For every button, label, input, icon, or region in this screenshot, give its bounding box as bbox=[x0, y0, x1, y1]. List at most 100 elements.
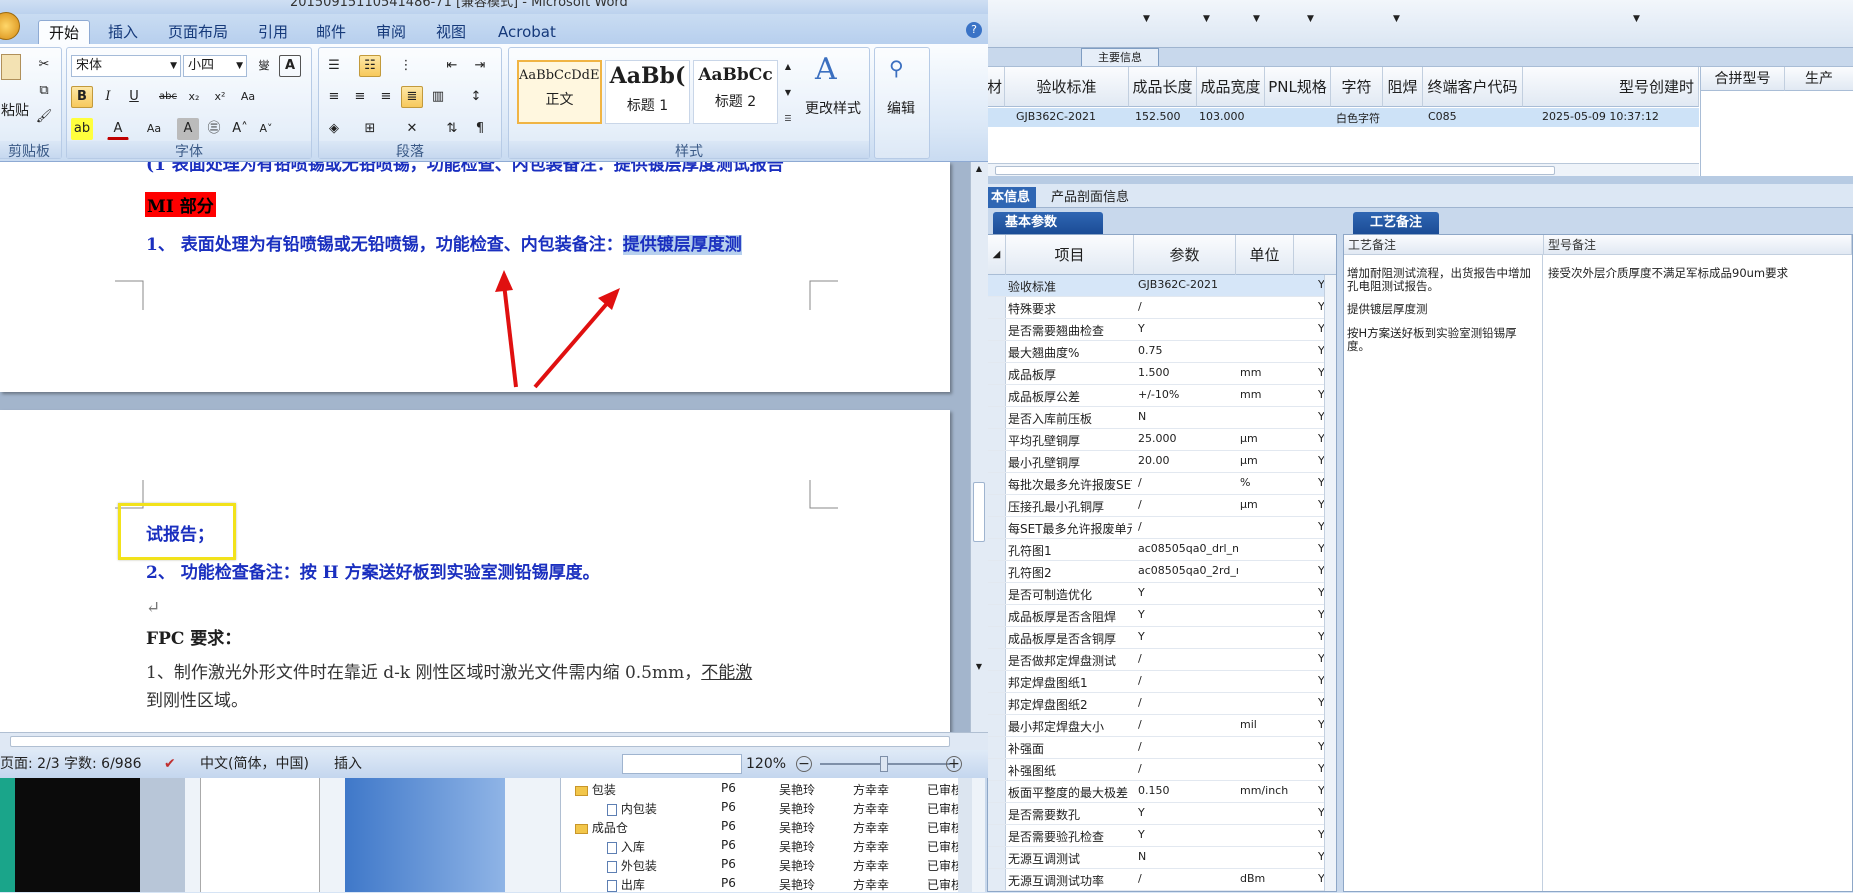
style-heading2[interactable]: AaBbCc 标题 2 bbox=[693, 60, 778, 124]
param-row[interactable]: 每SET最多允许报废单元 / Y bbox=[988, 517, 1325, 539]
process-note[interactable]: 提供镀层厚度测 bbox=[1347, 303, 1533, 316]
clear-format-icon[interactable]: Aa bbox=[237, 86, 259, 108]
tree-node[interactable]: 出库 bbox=[607, 876, 645, 893]
param-row[interactable]: 是否需要翘曲检查 Y Y bbox=[988, 319, 1325, 341]
enclose-char-icon[interactable]: ㊂ bbox=[203, 118, 225, 140]
grid-header[interactable]: 字符 bbox=[1331, 67, 1383, 107]
doc-line[interactable]: 1、 表面处理为有铅喷锡或无铅喷锡，功能检查、内包装备注：提供镀层厚度测 bbox=[146, 230, 742, 255]
font-color-icon[interactable]: A bbox=[107, 118, 129, 140]
param-row[interactable]: 每批次最多允许报废SET /% Y bbox=[988, 473, 1325, 495]
document-vertical-scrollbar[interactable]: ▲ ▼ bbox=[970, 162, 988, 732]
param-row[interactable]: 孔符图2ac08505qa0_2rd_m...Y bbox=[988, 561, 1325, 583]
tab-insert[interactable]: 插入 bbox=[98, 20, 148, 44]
doc-line[interactable]: 试报告； bbox=[146, 520, 214, 545]
param-row[interactable]: 无源互调测试 N Y bbox=[988, 847, 1325, 869]
param-row[interactable]: 无源互调测试功率 / dBm Y bbox=[988, 869, 1325, 891]
chevron-down-icon[interactable]: ▼ bbox=[1307, 14, 1314, 24]
param-row[interactable]: 补强面 / Y bbox=[988, 737, 1325, 759]
align-right-icon[interactable]: ≡ bbox=[375, 86, 397, 108]
chevron-down-icon[interactable]: ▼ bbox=[1393, 14, 1400, 24]
tree-row[interactable]: 成品仓 P6 吴艳玲 方幸幸 已审核 bbox=[561, 817, 963, 836]
param-row[interactable]: 最大翘曲度% 0.75 Y bbox=[988, 341, 1325, 363]
grow-font-icon[interactable]: A˄ bbox=[229, 118, 251, 140]
justify-icon[interactable]: ≣ bbox=[401, 86, 423, 108]
param-row[interactable]: 是否需要验孔检查 Y Y bbox=[988, 825, 1325, 847]
param-row[interactable]: 成品板厚 1.500 mm Y bbox=[988, 363, 1325, 385]
grid-header[interactable]: 终端客户代码 bbox=[1423, 67, 1523, 107]
param-header[interactable]: 项目 bbox=[1006, 235, 1134, 275]
param-row[interactable]: 邦定焊盘图纸1/Y bbox=[988, 671, 1325, 693]
shading-icon[interactable]: ◈ bbox=[323, 118, 345, 140]
tab-references[interactable]: 引用 bbox=[248, 20, 298, 44]
multilevel-list-icon[interactable]: ⋮ bbox=[395, 55, 417, 77]
doc-line[interactable]: (1 表面处理为有铅喷锡或无铅喷锡，功能检查、内包装备注：提供镀层厚度测试报告 bbox=[146, 162, 784, 175]
scroll-up-icon[interactable]: ▲ bbox=[973, 164, 985, 176]
styles-more-icon[interactable]: ☰ bbox=[781, 108, 795, 130]
view-buttons[interactable] bbox=[622, 754, 742, 774]
param-row[interactable]: 是否入库前压板 N Y bbox=[988, 407, 1325, 429]
numbering-icon[interactable]: ☷ bbox=[359, 55, 381, 77]
chevron-down-icon[interactable]: ▼ bbox=[1633, 14, 1640, 24]
doc-line[interactable]: 2、 功能检查备注：按 H 方案送好板到实验室测铅锡厚度。 bbox=[146, 558, 600, 583]
cut-icon[interactable]: ✂ bbox=[33, 54, 55, 76]
param-row[interactable]: 平均孔壁铜厚 25.000 μm Y bbox=[988, 429, 1325, 451]
tree-row[interactable]: 外包装 P6 吴艳玲 方幸幸 已审核 bbox=[561, 855, 963, 874]
status-page[interactable]: 页面: 2/3 bbox=[0, 750, 60, 778]
tab-review[interactable]: 审阅 bbox=[366, 20, 416, 44]
status-words[interactable]: 字数: 6/986 bbox=[64, 750, 142, 778]
align-left-icon[interactable]: ≡ bbox=[323, 86, 345, 108]
param-row[interactable]: 特殊要求 / Y bbox=[988, 297, 1325, 319]
grid-header[interactable]: 材 bbox=[985, 67, 1005, 107]
phonetic-guide-icon[interactable]: 燮 bbox=[253, 55, 275, 77]
paste-label[interactable]: 粘贴 bbox=[1, 100, 29, 120]
scroll-down-icon[interactable]: ▼ bbox=[973, 662, 985, 674]
find-icon[interactable]: ⚲ bbox=[889, 56, 904, 80]
copy-icon[interactable]: ⧉ bbox=[33, 80, 55, 102]
param-header[interactable]: 参数 bbox=[1134, 235, 1236, 275]
italic-button[interactable]: I bbox=[97, 86, 119, 108]
splitter-handle[interactable] bbox=[985, 176, 1853, 184]
grid-header[interactable]: 型号创建时 bbox=[1523, 67, 1699, 107]
strikethrough-button[interactable]: abc bbox=[157, 86, 179, 108]
font-size-combo[interactable]: 小四 ▼ bbox=[183, 55, 247, 77]
param-row[interactable]: 邦定焊盘图纸2/Y bbox=[988, 693, 1325, 715]
status-insert-mode[interactable]: 插入 bbox=[334, 750, 362, 778]
distributed-icon[interactable]: ▥ bbox=[427, 86, 449, 108]
char-shading-icon[interactable]: A bbox=[177, 118, 199, 140]
grid-header[interactable]: 生产 bbox=[1785, 67, 1853, 91]
param-row[interactable]: 压接孔最小孔铜厚 / μm Y bbox=[988, 495, 1325, 517]
grid-header[interactable]: 成品长度 bbox=[1129, 67, 1197, 107]
tree-row[interactable]: 包装 P6 吴艳玲 方幸幸 已审核 bbox=[561, 779, 963, 798]
param-row[interactable]: 成品板厚是否含铜厚 Y Y bbox=[988, 627, 1325, 649]
tab-acrobat[interactable]: Acrobat bbox=[488, 20, 566, 44]
help-icon[interactable]: ? bbox=[966, 22, 982, 38]
bold-button[interactable]: B bbox=[71, 86, 93, 108]
proofing-icon[interactable]: ✔ bbox=[164, 750, 176, 778]
tab-mailings[interactable]: 邮件 bbox=[306, 20, 356, 44]
chinese-layout-icon[interactable]: ✕ bbox=[401, 118, 423, 140]
grid-header[interactable]: 合拼型号 bbox=[1701, 67, 1785, 91]
param-row[interactable]: 板面平整度的最大极差 0.150 mm/inch Y bbox=[988, 781, 1325, 803]
doc-line[interactable]: FPC 要求： bbox=[146, 624, 241, 649]
grid-header[interactable]: 成品宽度 bbox=[1197, 67, 1265, 107]
bullets-icon[interactable]: ☰ bbox=[323, 55, 345, 77]
style-heading1[interactable]: AaBb( 标题 1 bbox=[605, 60, 690, 124]
borders-icon[interactable]: ⊞ bbox=[359, 118, 381, 140]
chevron-down-icon[interactable]: ▼ bbox=[1253, 14, 1260, 24]
align-center-icon[interactable]: ≡ bbox=[349, 86, 371, 108]
paste-icon[interactable] bbox=[1, 54, 21, 80]
decrease-indent-icon[interactable]: ⇤ bbox=[441, 55, 463, 77]
tab-view[interactable]: 视图 bbox=[426, 20, 476, 44]
zoom-slider-thumb[interactable] bbox=[880, 756, 888, 772]
sort-icon[interactable]: ⇅ bbox=[441, 118, 463, 140]
tree-row[interactable]: 入库 P6 吴艳玲 方幸幸 已审核 bbox=[561, 836, 963, 855]
zoom-in-icon[interactable]: + bbox=[946, 756, 962, 772]
param-header[interactable]: 单位 bbox=[1236, 235, 1294, 275]
change-case-icon[interactable]: Aa bbox=[143, 118, 165, 140]
tree-node[interactable]: 入库 bbox=[607, 838, 645, 855]
office-button[interactable] bbox=[0, 12, 20, 40]
param-row[interactable]: 最小孔壁铜厚 20.00 μm Y bbox=[988, 451, 1325, 473]
grid-header[interactable]: 阻焊 bbox=[1383, 67, 1423, 107]
tab-home[interactable]: 开始 bbox=[38, 20, 91, 44]
line-spacing-icon[interactable]: ↕ bbox=[465, 86, 487, 108]
